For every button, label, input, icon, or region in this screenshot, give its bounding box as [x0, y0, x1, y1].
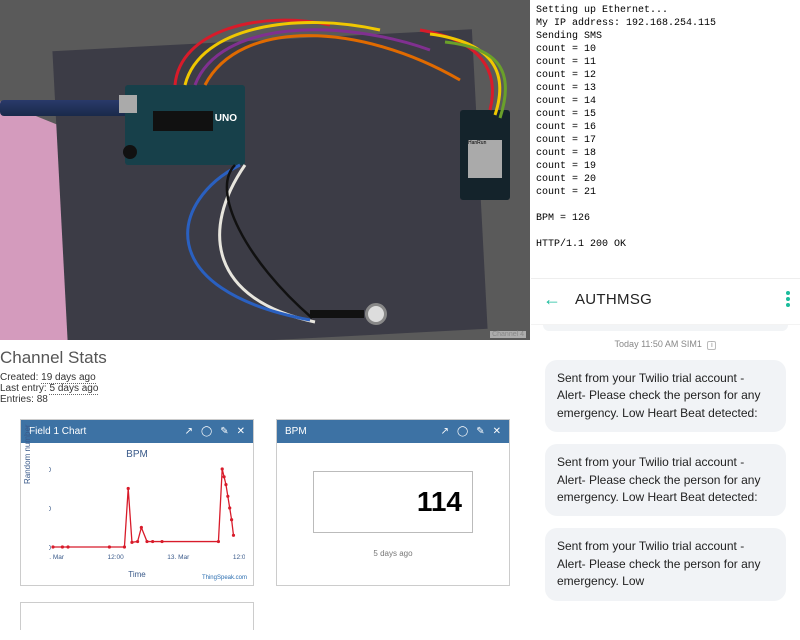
serial-monitor: Setting up Ethernet... My IP address: 19… — [530, 0, 800, 278]
sms-bubble[interactable]: Sent from your Twilio trial account - Al… — [545, 528, 786, 600]
svg-text:100: 100 — [49, 506, 51, 513]
ethernet-module: HanRun — [460, 110, 510, 200]
phone-screen: ← AUTHMSG Today 11:50 AM SIM1 i Sent fro… — [531, 278, 800, 640]
header-shadow — [543, 325, 788, 331]
sender-title: AUTHMSG — [575, 291, 652, 308]
sms-bubble[interactable]: Sent from your Twilio trial account - Al… — [545, 444, 786, 516]
field-chart-title: Field 1 Chart — [29, 426, 86, 437]
panel-close-icon[interactable]: ✕ — [493, 426, 501, 437]
bpm-panel-title: BPM — [285, 426, 307, 437]
svg-text:12:00: 12:00 — [108, 554, 125, 561]
line-chart: 0 100 200 12. Mar 12:00 13. Mar 12:00 — [49, 463, 245, 563]
panel-refresh-icon[interactable]: ◯ — [457, 426, 468, 437]
channel-stats-lines: Created: 19 days ago Last entry: 5 days … — [0, 372, 530, 405]
arduino-power-jack — [123, 145, 137, 159]
arduino-label: UNO — [215, 113, 237, 124]
chart-ylabel: Random number — [23, 424, 32, 484]
svg-text:200: 200 — [49, 467, 51, 474]
last-entry-label: Last entry: — [0, 383, 47, 394]
bpm-panel: BPM ↗ ◯ ✎ ✕ 114 5 days ago — [276, 419, 510, 586]
pulse-sensor — [365, 303, 387, 325]
panel-refresh-icon[interactable]: ◯ — [201, 426, 212, 437]
empty-panel — [20, 602, 254, 630]
usb-cable — [0, 100, 130, 116]
phone-header: ← AUTHMSG — [531, 279, 800, 325]
chart-attribution: ThingSpeak.com — [202, 575, 247, 581]
panel-export-icon[interactable]: ↗ — [441, 426, 449, 437]
created-label: Created: — [0, 372, 38, 383]
day-separator: Today 11:50 AM SIM1 i — [531, 339, 800, 350]
bpm-panel-body: 114 5 days ago — [277, 443, 509, 585]
more-dots-icon[interactable] — [786, 291, 790, 307]
thingspeak-dashboard: Channel Stats Created: 19 days ago Last … — [0, 340, 530, 640]
bpm-value: 114 — [313, 471, 473, 533]
hardware-photo: UNO HanRun Channel 4 — [0, 0, 530, 340]
panel-edit-icon[interactable]: ✎ — [220, 426, 228, 437]
back-arrow-icon[interactable]: ← — [543, 289, 561, 310]
ethernet-chip-label: HanRun — [468, 140, 502, 178]
chart-title: BPM — [25, 449, 249, 460]
bpm-panel-header: BPM ↗ ◯ ✎ ✕ — [277, 420, 509, 443]
svg-text:13. Mar: 13. Mar — [167, 554, 190, 561]
day-label: Today 11:50 AM SIM1 — [615, 339, 702, 349]
chart-xlabel: Time — [128, 570, 145, 579]
arduino-board: UNO — [125, 85, 245, 165]
entries-label: Entries: — [0, 394, 34, 405]
sms-bubble[interactable]: Sent from your Twilio trial account - Al… — [545, 360, 786, 432]
channel-stats-heading: Channel Stats — [0, 348, 530, 368]
field-chart-panel: Field 1 Chart ↗ ◯ ✎ ✕ BPM Random number … — [20, 419, 254, 586]
svg-text:12:00: 12:00 — [233, 554, 245, 561]
panel-export-icon[interactable]: ↗ — [185, 426, 193, 437]
panel-close-icon[interactable]: ✕ — [237, 426, 245, 437]
info-icon[interactable]: i — [707, 341, 716, 350]
svg-text:0: 0 — [49, 545, 51, 552]
field-chart-body: BPM Random number 010020012. Mar12:0013.… — [21, 443, 253, 585]
svg-text:12. Mar: 12. Mar — [49, 554, 65, 561]
field-chart-header: Field 1 Chart ↗ ◯ ✎ ✕ — [21, 420, 253, 443]
channel-watermark: Channel 4 — [490, 331, 526, 338]
entries-value: 88 — [37, 394, 48, 405]
sensor-plug — [310, 310, 364, 318]
surface-mat — [52, 29, 487, 340]
arduino-usb-port — [119, 95, 137, 113]
last-entry-value: 5 days ago — [49, 383, 98, 395]
bpm-timestamp: 5 days ago — [281, 549, 505, 558]
arduino-chip — [153, 111, 213, 131]
panel-edit-icon[interactable]: ✎ — [476, 426, 484, 437]
